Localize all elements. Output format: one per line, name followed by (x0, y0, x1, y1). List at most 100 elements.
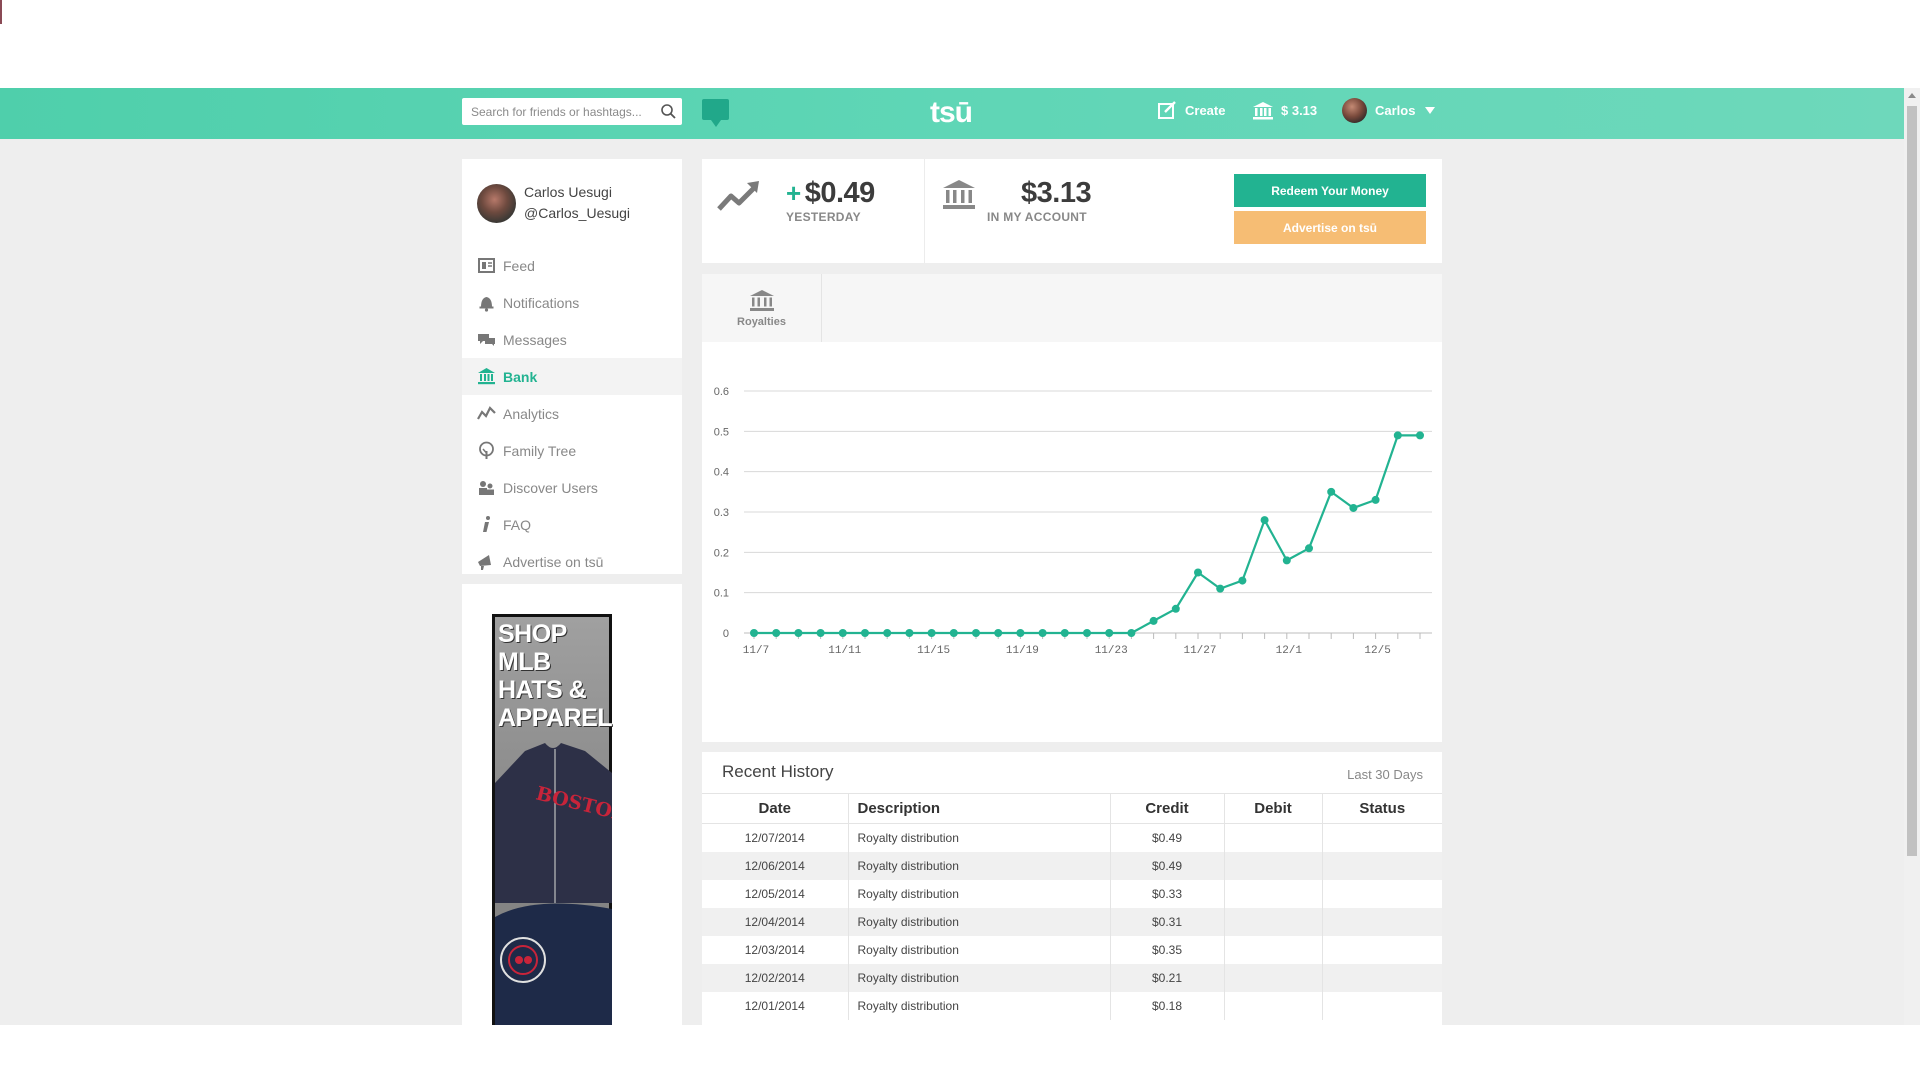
sidebar-item-faq[interactable]: FAQ (462, 506, 682, 543)
cell-description: Royalty distribution (848, 991, 1111, 1020)
sidebar-menu: Feed Notifications Messages Bank Analyti… (462, 247, 682, 580)
ad-banner[interactable]: SHOP MLB HATS & APPAREL BOSTON (492, 614, 613, 1025)
sidebar-item-messages[interactable]: Messages (462, 321, 682, 358)
sidebar-item-bank[interactable]: Bank (462, 358, 682, 395)
profile-handle: @Carlos_Uesugi (524, 205, 631, 221)
cell-description: Royalty distribution (848, 935, 1111, 964)
balance-button[interactable]: $ 3.13 (1252, 101, 1317, 120)
user-menu[interactable]: Carlos (1342, 98, 1436, 123)
x-tick-label: 11/23 (1095, 645, 1128, 657)
sidebar-item-advertise[interactable]: Advertise on tsū (462, 543, 682, 580)
ad-headline: SHOP MLB HATS & APPAREL (498, 620, 613, 732)
feed-icon (478, 258, 495, 273)
cell-description: Royalty distribution (848, 851, 1111, 880)
yesterday-stat: + $0.49 YESTERDAY (786, 177, 875, 224)
cell-description: Royalty distribution (848, 907, 1111, 936)
stats-panel: + $0.49 YESTERDAY $3.13 IN MY ACCOUNT Red… (702, 159, 1442, 263)
bank-icon (749, 289, 774, 311)
create-button[interactable]: Create (1158, 101, 1225, 120)
y-tick-label: 0.5 (714, 426, 729, 438)
data-point (1393, 431, 1402, 440)
cell-status (1322, 907, 1442, 936)
chat-button[interactable] (702, 99, 729, 127)
table-header-row: Date Description Credit Debit Status (702, 793, 1442, 824)
x-tick-label: 11/11 (828, 645, 861, 657)
data-point (838, 629, 847, 637)
sidebar-item-label: Notifications (503, 294, 580, 311)
column-header-status[interactable]: Status (1322, 793, 1442, 824)
sidebar-item-discover-users[interactable]: Discover Users (462, 469, 682, 506)
tsu-logo[interactable]: tsū (930, 96, 973, 130)
redeem-button[interactable]: Redeem Your Money (1234, 174, 1426, 207)
scrollbar[interactable] (1904, 88, 1920, 1025)
cell-credit: $0.33 (1110, 879, 1225, 908)
cell-status (1322, 851, 1442, 880)
balance-label: $ 3.13 (1281, 103, 1318, 118)
top-navbar: tsū Create $ 3.13 Carlos (0, 88, 1904, 139)
cell-date: 12/01/2014 (702, 991, 849, 1020)
search-box (462, 98, 682, 125)
column-header-date[interactable]: Date (702, 793, 849, 824)
history-range[interactable]: Last 30 Days (1347, 767, 1423, 782)
data-point (905, 629, 914, 637)
search-icon[interactable] (660, 103, 677, 120)
yesterday-value: + $0.49 (786, 177, 875, 210)
sidebar-item-feed[interactable]: Feed (462, 247, 682, 284)
cell-status (1322, 992, 1442, 1020)
data-point (1038, 629, 1047, 637)
sidebar-item-family-tree[interactable]: Family Tree (462, 432, 682, 469)
table-row: 12/02/2014 Royalty distribution $0.21 (702, 963, 1442, 992)
ad-text-line: APPAREL (498, 704, 613, 732)
cell-debit (1224, 963, 1323, 992)
scroll-up-arrow[interactable] (1908, 93, 1916, 98)
history-title: Recent History (722, 762, 834, 781)
recent-history-panel: Recent History Last 30 Days Date Descrip… (702, 752, 1442, 1025)
data-point (949, 629, 958, 637)
royalties-chart: 0 0.1 0.2 0.3 0.4 0.5 0.6 11/7 11/11 11/15 11/19 11… (702, 342, 1442, 742)
y-tick-label: 0.2 (714, 547, 729, 559)
bank-icon (1253, 102, 1273, 120)
data-point (883, 629, 892, 637)
bell-icon (479, 297, 494, 312)
column-header-credit[interactable]: Credit (1110, 793, 1225, 824)
sidebar-item-label: Messages (503, 331, 567, 348)
data-point (1416, 431, 1424, 440)
x-tick-label: 12/5 (1364, 645, 1390, 657)
yesterday-label: YESTERDAY (786, 210, 861, 224)
data-point (994, 629, 1003, 637)
profile-name: Carlos Uesugi (524, 184, 612, 200)
users-icon (479, 481, 494, 495)
sidebar-item-analytics[interactable]: Analytics (462, 395, 682, 432)
avatar (1342, 98, 1367, 123)
history-table: Date Description Credit Debit Status 12/… (702, 793, 1442, 1020)
sidebar-item-notifications[interactable]: Notifications (462, 284, 682, 321)
edit-icon (1158, 101, 1176, 119)
advertise-button[interactable]: Advertise on tsū (1234, 211, 1426, 244)
profile-card[interactable]: Carlos Uesugi @Carlos_Uesugi (477, 182, 630, 224)
x-tick-label: 11/27 (1183, 645, 1216, 657)
table-row: 12/04/2014 Royalty distribution $0.31 (702, 907, 1442, 936)
cell-description: Royalty distribution (848, 963, 1111, 992)
data-point (972, 629, 980, 637)
table-row: 12/07/2014 Royalty distribution $0.49 (702, 823, 1442, 852)
tab-royalties[interactable]: Royalties (702, 274, 822, 342)
megaphone-icon (478, 555, 491, 570)
search-input[interactable] (462, 98, 652, 125)
cell-description: Royalty distribution (848, 823, 1111, 852)
line-chart: 0 0.1 0.2 0.3 0.4 0.5 0.6 11/7 11/11 11/15 11/19 11… (714, 386, 1432, 657)
cell-date: 12/07/2014 (702, 823, 849, 852)
sidebar: Carlos Uesugi @Carlos_Uesugi Feed Notifi… (462, 159, 682, 574)
chevron-down-icon (1425, 107, 1436, 114)
y-tick-label: 0.1 (714, 588, 729, 600)
column-header-debit[interactable]: Debit (1224, 793, 1323, 824)
data-point (1371, 495, 1380, 504)
x-tick-label: 11/15 (917, 645, 950, 657)
browser-bottom-area (0, 1025, 1920, 1080)
y-tick-label: 0.6 (714, 386, 729, 398)
data-point (927, 629, 936, 637)
stats-divider (924, 159, 925, 263)
jersey-image: BOSTON (495, 743, 612, 903)
column-header-description[interactable]: Description (848, 793, 1111, 824)
scrollbar-thumb[interactable] (1907, 106, 1917, 856)
data-point (1216, 584, 1225, 593)
